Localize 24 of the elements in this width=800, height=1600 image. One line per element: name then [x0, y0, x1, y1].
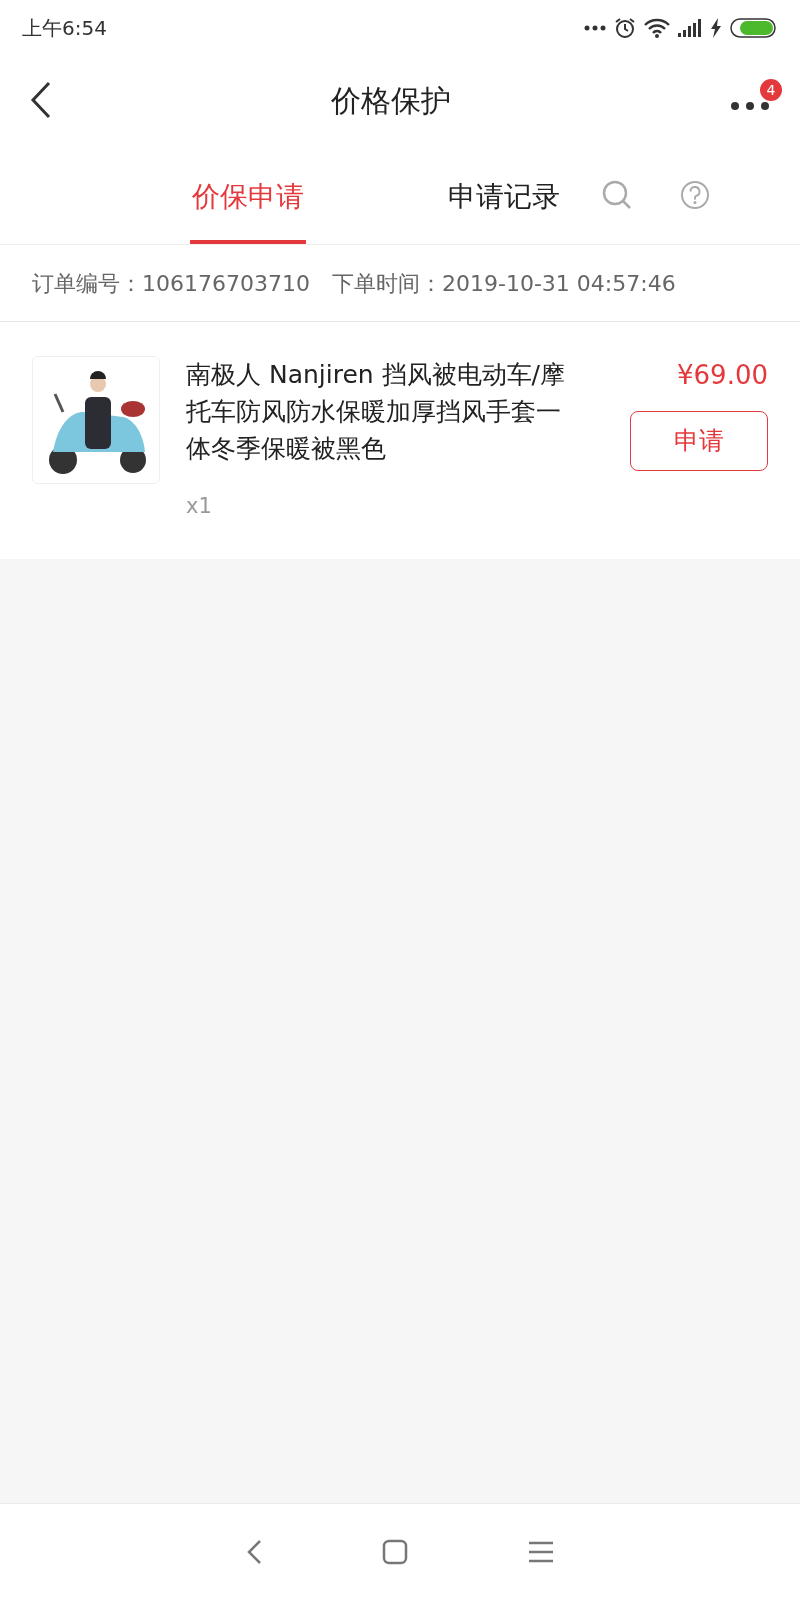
back-button[interactable] — [30, 81, 52, 119]
more-icon — [584, 24, 606, 31]
apply-button[interactable]: 申请 — [630, 411, 768, 471]
help-icon[interactable] — [680, 179, 710, 210]
status-time: 上午6:54 — [22, 14, 107, 42]
page-title: 价格保护 — [330, 81, 452, 120]
battery-icon — [730, 17, 778, 38]
menu-icon[interactable] — [528, 1541, 554, 1563]
quantity: x1 — [186, 493, 213, 520]
wifi-icon — [644, 17, 670, 38]
home-icon[interactable] — [382, 1539, 408, 1565]
charging-icon — [710, 17, 722, 38]
search-icon[interactable] — [602, 179, 632, 210]
tab[interactable]: 申请记录 — [446, 145, 562, 244]
signal-icon — [678, 18, 702, 37]
order-time: 下单时间：2019-10-31 04:57:46 — [331, 269, 676, 298]
alarm-icon — [614, 16, 636, 39]
more-button[interactable]: 4 — [730, 79, 782, 121]
price: ¥69.00 — [677, 359, 768, 392]
notification-badge: 4 — [760, 79, 782, 101]
back-icon[interactable] — [246, 1539, 262, 1565]
order-number: 订单编号：106176703710 — [32, 269, 310, 298]
more-icon — [730, 100, 770, 111]
product-title: 南极人 Nanjiren 挡风被电动车/摩托车防风防水保暖加厚挡风手套一体冬季保暖被黑色 — [186, 359, 567, 465]
